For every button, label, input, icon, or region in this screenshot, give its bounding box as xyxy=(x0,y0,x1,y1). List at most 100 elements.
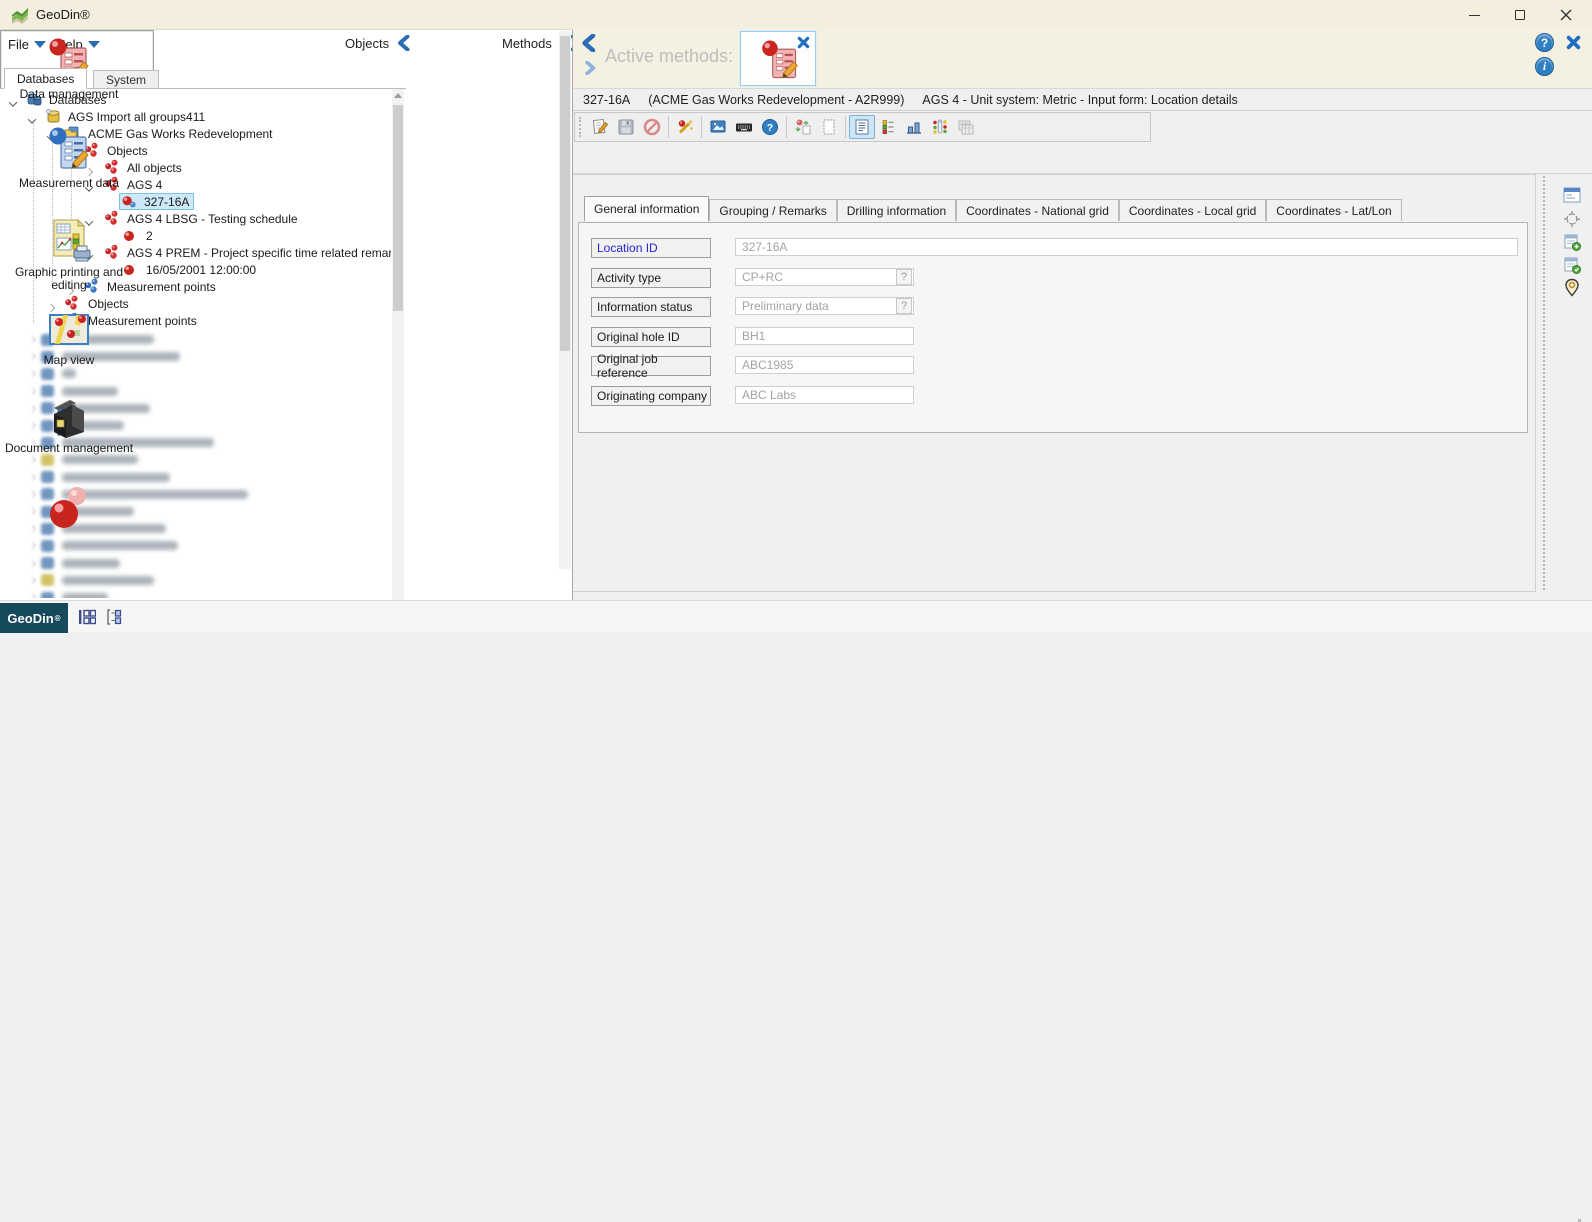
tree-scrollbar[interactable] xyxy=(392,89,404,627)
scroll-up-arrow[interactable] xyxy=(392,89,404,101)
info-button[interactable]: i xyxy=(1535,57,1554,76)
tab-grouping-remarks[interactable]: Grouping / Remarks xyxy=(709,199,836,221)
tree-item-label: AGS 4 LBSG - Testing schedule xyxy=(124,211,301,227)
method-item-label: Graphic printing and editing xyxy=(4,266,134,292)
edit-button[interactable] xyxy=(587,115,613,139)
map-pin-button[interactable] xyxy=(1560,276,1584,298)
new-page-button[interactable] xyxy=(816,115,842,139)
title-bar: GeoDin® xyxy=(0,0,1592,30)
tab-label: Coordinates - Local grid xyxy=(1129,204,1256,218)
tab-coordinates-lat-lon[interactable]: Coordinates - Lat/Lon xyxy=(1266,199,1401,221)
tab-label: Grouping / Remarks xyxy=(719,204,826,218)
close-icon xyxy=(1560,9,1572,21)
original-hole-id-field[interactable]: BH1 xyxy=(735,327,914,345)
method-item-map-view[interactable]: Map view xyxy=(0,310,138,367)
geodin-app-window: { "window": { "title": "GeoDin®" }, "men… xyxy=(0,0,1592,632)
tab-label: Drilling information xyxy=(847,204,946,218)
tab-databases[interactable]: Databases xyxy=(4,68,87,89)
tree-item-ags-import[interactable]: AGS Import all groups411 xyxy=(0,108,208,125)
information-status-field[interactable]: Preliminary data ? xyxy=(735,297,914,315)
window-title: GeoDin® xyxy=(36,7,90,22)
splitter-handle[interactable] xyxy=(1543,176,1546,590)
method-item-document-management[interactable]: Document management xyxy=(0,394,138,455)
chevron-collapsed-icon xyxy=(29,542,36,549)
keyboard-button[interactable] xyxy=(731,115,757,139)
field-label-originating-company: Originating company xyxy=(591,386,711,406)
form-tab-bar: General information Grouping / Remarks D… xyxy=(584,196,1402,221)
tab-coordinates-national-grid[interactable]: Coordinates - National grid xyxy=(956,199,1119,221)
transfer-button[interactable] xyxy=(790,115,816,139)
table-view-button[interactable] xyxy=(953,115,979,139)
chevron-collapsed-icon xyxy=(29,577,36,584)
sample-view-button[interactable] xyxy=(927,115,953,139)
database-icon xyxy=(41,574,54,586)
field-value: ABC1985 xyxy=(742,358,793,372)
scrollbar-thumb[interactable] xyxy=(560,36,570,351)
colored-list-icon xyxy=(879,118,897,136)
lookup-help-button[interactable]: ? xyxy=(896,269,912,285)
location-id-field[interactable]: 327-16A xyxy=(735,238,1518,256)
tree-row-redacted[interactable] xyxy=(0,573,154,588)
save-button[interactable] xyxy=(613,115,639,139)
tab-drilling-information[interactable]: Drilling information xyxy=(837,199,956,221)
tree-row-redacted[interactable] xyxy=(0,556,120,571)
close-tab-icon[interactable] xyxy=(797,36,810,49)
cancel-button[interactable] xyxy=(639,115,665,139)
tab-databases-label: Databases xyxy=(17,72,74,86)
scrollbar-thumb[interactable] xyxy=(393,105,403,311)
layout-panels-button[interactable] xyxy=(76,607,98,627)
originating-company-field[interactable]: ABC Labs xyxy=(735,386,914,404)
activity-type-field[interactable]: CP+RC ? xyxy=(735,268,914,286)
tree-item-label: AGS 4 PREM - Project specific time relat… xyxy=(124,245,391,261)
toolbar-grip[interactable] xyxy=(579,117,582,137)
lookup-help-button[interactable]: ? xyxy=(896,298,912,314)
validate-record-button[interactable] xyxy=(1560,254,1584,276)
locate-object-button[interactable] xyxy=(1560,208,1584,230)
original-job-reference-field[interactable]: ABC1985 xyxy=(735,356,914,374)
objects-group-red-icon xyxy=(64,295,80,311)
form-check-icon xyxy=(1563,256,1581,274)
collapse-left-icon[interactable] xyxy=(397,35,410,51)
chart-view-button[interactable] xyxy=(901,115,927,139)
tree-item-327-16a[interactable]: 327-16A xyxy=(0,193,192,210)
redacted-label xyxy=(62,455,138,464)
collapse-left-icon[interactable] xyxy=(581,34,596,52)
tab-general-information[interactable]: General information xyxy=(584,196,709,221)
expand-right-icon[interactable] xyxy=(584,61,596,75)
field-value: ABC Labs xyxy=(742,388,796,402)
help-button[interactable]: ? xyxy=(1535,33,1554,52)
maximize-button[interactable] xyxy=(1497,0,1543,30)
method-item-partial[interactable] xyxy=(0,482,138,540)
add-record-button[interactable] xyxy=(1560,231,1584,253)
active-method-tab-data-management[interactable] xyxy=(740,31,816,86)
form-view-button[interactable] xyxy=(849,115,875,139)
field-label-original-job-reference: Original job reference xyxy=(591,356,711,376)
close-methods-icon[interactable] xyxy=(1566,35,1581,50)
minimize-button[interactable] xyxy=(1451,0,1497,30)
map-view-icon xyxy=(46,310,92,352)
tree-row-redacted[interactable] xyxy=(0,538,178,553)
help-icon: ? xyxy=(1541,36,1548,50)
method-item-graphic-printing[interactable]: Graphic printing and editing xyxy=(0,216,138,292)
image-button[interactable] xyxy=(705,115,731,139)
tab-label: General information xyxy=(594,202,699,216)
methods-scrollbar[interactable] xyxy=(559,31,571,569)
wizard-button[interactable] xyxy=(672,115,698,139)
list-view-button[interactable] xyxy=(875,115,901,139)
objects-panel-header: Objects xyxy=(345,33,410,53)
tree-row-redacted[interactable] xyxy=(0,366,76,381)
method-item-measurement-data[interactable]: Measurement data xyxy=(0,127,138,190)
tree-row-redacted[interactable] xyxy=(0,590,108,598)
close-button[interactable] xyxy=(1543,0,1589,30)
save-icon xyxy=(617,118,635,136)
redacted-label xyxy=(62,473,170,482)
toolbar-help-button[interactable]: ? xyxy=(757,115,783,139)
redacted-label xyxy=(62,369,76,378)
chevron-expanded-icon[interactable] xyxy=(28,115,36,123)
field-value: Preliminary data xyxy=(742,299,829,313)
panel-options-button[interactable] xyxy=(104,607,126,627)
active-methods-label: Active methods: xyxy=(605,46,733,67)
form-window-button[interactable] xyxy=(1560,184,1584,206)
toolbar-separator xyxy=(786,116,787,138)
tab-coordinates-local-grid[interactable]: Coordinates - Local grid xyxy=(1119,199,1266,221)
